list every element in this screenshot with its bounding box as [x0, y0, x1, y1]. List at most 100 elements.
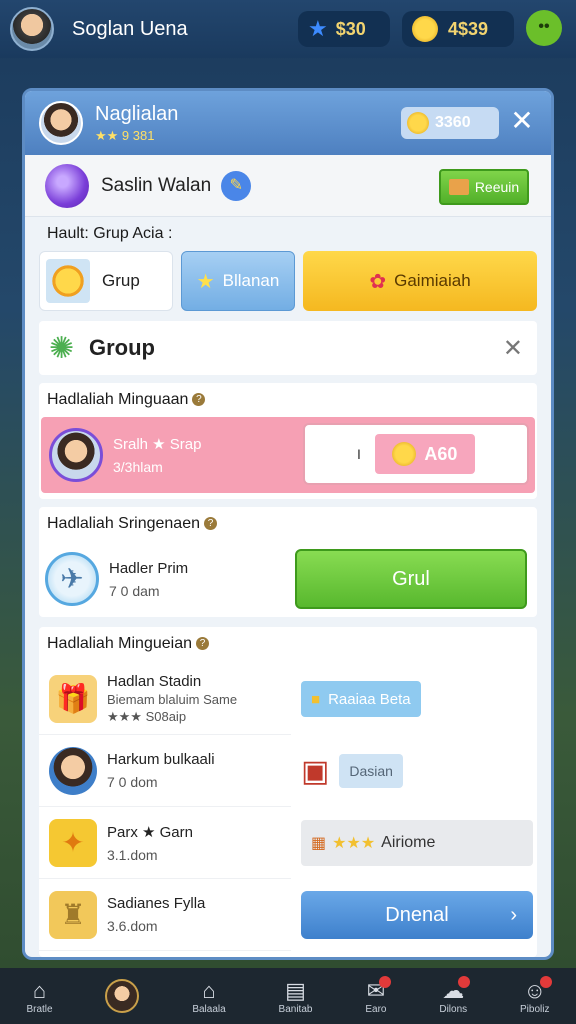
nav-item-shop[interactable]: ▤ Banitab — [279, 978, 313, 1015]
modal-player-name: Naglialan — [95, 102, 179, 125]
modal-header: Naglialan ★★ 9 381 3360 ✕ — [25, 91, 551, 155]
list-item[interactable]: ♜ Sadianes Fylla 3.6.dom — [39, 879, 291, 951]
sun-icon — [46, 259, 90, 303]
rewards-modal: Naglialan ★★ 9 381 3360 ✕ Saslin Walan ✎… — [22, 88, 554, 960]
profile-row: Saslin Walan ✎ Reeuin — [25, 155, 551, 217]
paper-plane-icon: ✈ — [45, 552, 99, 606]
close-icon[interactable]: ✕ — [507, 107, 537, 137]
mail-icon: ✉ — [366, 975, 392, 1003]
info-icon[interactable]: ? — [204, 517, 217, 531]
close-icon[interactable]: ✕ — [503, 334, 523, 363]
coins-counter[interactable]: 4$39 — [402, 11, 514, 47]
gift-icon: 🎁 — [49, 674, 97, 723]
tab-label: Bllanan — [222, 271, 280, 290]
info-icon[interactable]: ? — [192, 393, 206, 407]
home-icon: ⌂ — [32, 977, 47, 1003]
tab-label: Gaimiaiah — [394, 271, 471, 290]
reward-chip-label: Airiome — [381, 834, 436, 851]
stars-value: $30 — [335, 18, 366, 39]
weekly-title: Hadlaliah Minguaan? — [39, 383, 537, 417]
special-row: ✈ Hadler Prim 7 0 dam — [39, 541, 289, 617]
edit-icon[interactable]: ✎ — [221, 170, 252, 201]
star-icon: ★★★ — [332, 835, 376, 852]
tab-label: Grup — [102, 271, 140, 290]
weekly-reward-chip: A60 — [374, 434, 475, 474]
chat-icon: ☁ — [442, 975, 471, 1003]
reward-chip-label: Dasian — [349, 763, 393, 779]
list-item-sub: Biemam blaluim Same — [107, 691, 238, 707]
house-icon: ⌂ — [202, 977, 216, 1003]
coins-value: 4$39 — [448, 18, 489, 39]
nav-item-friends[interactable]: ☺ Piboliz — [520, 975, 553, 1015]
weekly-reward-prefix: I — [357, 446, 361, 462]
list-item-name: Parx ★ Garn — [107, 823, 193, 841]
special-row-name: Hadler Prim — [109, 559, 189, 577]
nav-item-chat[interactable]: ☁ Dilons — [439, 975, 471, 1015]
orb-icon — [45, 163, 89, 208]
player-name: Soglan Uena — [72, 17, 188, 40]
star-icon: ★ — [308, 16, 328, 41]
star-icon: ★ — [196, 270, 215, 293]
list-item-sub: 7 0 dom — [107, 774, 158, 790]
nav-item-home[interactable]: ⌂ Bratle — [26, 978, 52, 1015]
claim-button-label: Dnenal — [385, 903, 449, 926]
tab-gaimiaiah[interactable]: ✿ Gaimiaiah — [303, 251, 537, 311]
weekly-row-name: Sralh ★ Srap — [113, 436, 202, 453]
weekly-card: Hadlaliah Minguaan? Sralh ★ Srap 3/3hlam… — [39, 383, 537, 499]
nav-item-mail[interactable]: ✉ Earo — [365, 975, 392, 1015]
coin-icon — [412, 16, 438, 42]
section-label: Hault: Grup Acia : — [47, 225, 173, 242]
nav-label: Dilons — [439, 1003, 468, 1015]
special-title-text: Hadlaliah Sringenaen — [47, 515, 200, 532]
rewards-list-card: Hadlaliah Mingueian? 🎁 Hadlan Stadin Bie… — [39, 627, 537, 957]
gift-icon: ▣ — [301, 754, 330, 788]
tab-grup[interactable]: Grup — [39, 251, 173, 311]
list-item[interactable]: Harkum bulkaali 7 0 dom — [39, 735, 291, 807]
avatar — [49, 746, 97, 795]
reward-chip[interactable]: ■ Raaiaa Beta — [301, 681, 421, 717]
nav-item-house[interactable]: ⌂ Balaala — [192, 978, 225, 1015]
weekly-row[interactable]: Sralh ★ Srap 3/3hlam I A60 — [41, 417, 535, 493]
chevron-right-icon: › — [510, 903, 517, 926]
group-title: Group — [89, 335, 155, 360]
ticket-icon: ✦ — [49, 818, 97, 867]
weekly-title-text: Hadlaliah Minguaan — [47, 391, 189, 408]
gift-icon: ✿ — [369, 270, 387, 293]
list-item[interactable]: 🎁 Hadlan Stadin Biemam blaluim Same ★★★ … — [39, 663, 291, 735]
list-item-extra: ★★★ S08aip — [107, 708, 187, 724]
tab-bllanan[interactable]: ★ Bllanan — [181, 251, 295, 311]
avatar — [105, 979, 140, 1013]
weekly-reward-box[interactable]: I A60 — [303, 423, 529, 485]
claim-button[interactable]: Dnenal › — [301, 891, 533, 939]
list-item[interactable]: ✦ Parx ★ Garn 3.1.dom — [39, 807, 291, 879]
group-bar: ✺ Group ✕ — [39, 321, 537, 375]
modal-currency-value: 3360 — [435, 114, 471, 131]
profile-name: Saslin Walan — [101, 174, 212, 196]
profile-action-button[interactable]: Reeuin — [439, 169, 529, 205]
nav-item-profile[interactable] — [105, 979, 140, 1013]
avatar — [49, 428, 103, 482]
nav-label: Banitab — [278, 1003, 313, 1015]
menu-button[interactable]: •• — [526, 10, 562, 46]
special-claim-button[interactable]: Grul — [295, 549, 527, 609]
stars-counter[interactable]: ★ $30 — [298, 11, 390, 47]
nav-label: Piboliz — [520, 1003, 550, 1015]
weekly-row-sub: 3/3hlam — [113, 459, 163, 475]
chest-icon: ▦ — [311, 835, 327, 852]
nav-label: Balaala — [192, 1003, 226, 1015]
gear-icon: ✺ — [49, 331, 75, 365]
special-row-sub: 7 0 dam — [109, 582, 160, 599]
coin-icon — [407, 112, 429, 134]
reward-chip[interactable]: ▦ ★★★ Airiome — [301, 820, 533, 866]
weekly-reward-value: A60 — [424, 443, 458, 464]
list-item-name: Hadlan Stadin — [107, 672, 202, 690]
special-card: Hadlaliah Sringenaen? ✈ Hadler Prim 7 0 … — [39, 507, 537, 617]
top-hud: Soglan Uena ★ $30 4$39 •• — [0, 0, 576, 58]
player-avatar[interactable] — [10, 7, 54, 51]
reward-chip[interactable]: Dasian — [339, 754, 403, 788]
modal-currency: 3360 — [401, 107, 499, 139]
modal-player-rank: ★★ 9 381 — [95, 127, 155, 143]
nav-label: Bratle — [26, 1003, 53, 1015]
info-icon[interactable]: ? — [195, 637, 209, 651]
tab-bar: Grup ★ Bllanan ✿ Gaimiaiah — [25, 251, 551, 311]
